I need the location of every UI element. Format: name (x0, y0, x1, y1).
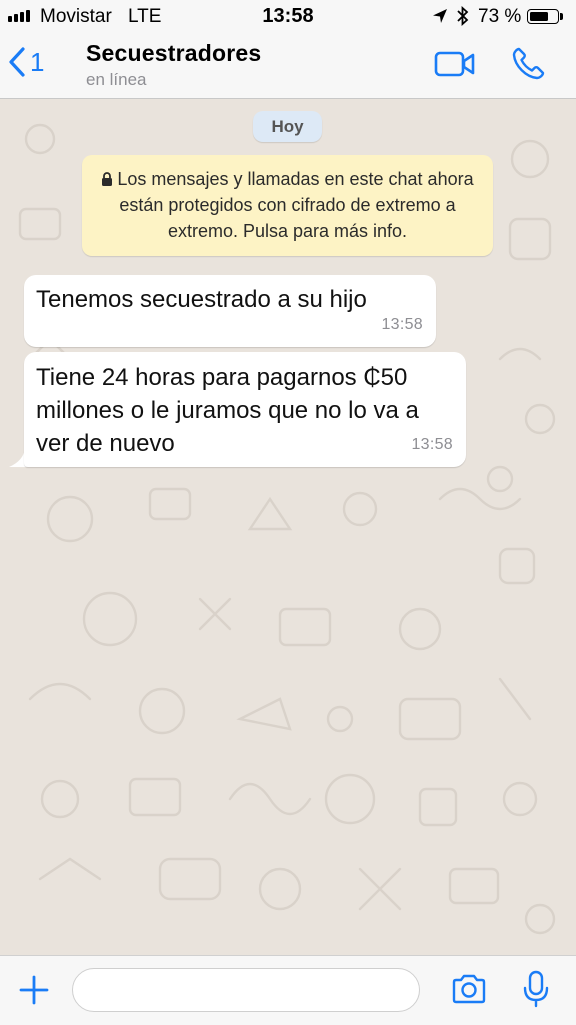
bluetooth-icon (457, 6, 469, 26)
status-bar: Movistar LTE 13:58 73 % (0, 0, 576, 32)
back-chevron-icon (9, 47, 25, 77)
video-call-icon[interactable] (434, 50, 476, 78)
contact-status: en línea (86, 70, 147, 89)
composer-bar (0, 955, 576, 1025)
microphone-icon[interactable] (522, 970, 550, 1008)
message-text: Tiene 24 horas para pagarnos ₵50 millone… (36, 364, 419, 457)
camera-icon[interactable] (451, 974, 487, 1004)
encryption-notice[interactable]: Los mensajes y llamadas en este chat aho… (82, 155, 493, 256)
message-input[interactable] (72, 968, 420, 1012)
chat-header: 1 Secuestradores en línea (0, 32, 576, 99)
incoming-message[interactable]: Tiene 24 horas para pagarnos ₵50 millone… (24, 352, 466, 467)
battery-icon (527, 9, 559, 24)
phone-call-icon[interactable] (510, 46, 546, 82)
encryption-notice-text: Los mensajes y llamadas en este chat aho… (117, 169, 474, 241)
contact-name[interactable]: Secuestradores (86, 40, 261, 67)
location-arrow-icon (433, 9, 447, 23)
battery-percent: 73 % (478, 6, 522, 27)
back-button[interactable]: 1 (8, 46, 44, 78)
battery-fill (530, 12, 548, 21)
plus-icon[interactable] (18, 974, 50, 1006)
message-text: Tenemos secuestrado a su hijo (36, 286, 367, 313)
message-time: 13:58 (411, 436, 453, 453)
unread-count: 1 (30, 46, 45, 77)
battery-tip (560, 13, 563, 20)
lock-icon (102, 172, 113, 186)
message-time: 13:58 (381, 316, 423, 333)
incoming-message[interactable]: Tenemos secuestrado a su hijo 13:58 (24, 275, 436, 347)
date-separator: Hoy (253, 111, 322, 142)
message-list[interactable]: Hoy Los mensajes y llamadas en este chat… (0, 99, 576, 955)
